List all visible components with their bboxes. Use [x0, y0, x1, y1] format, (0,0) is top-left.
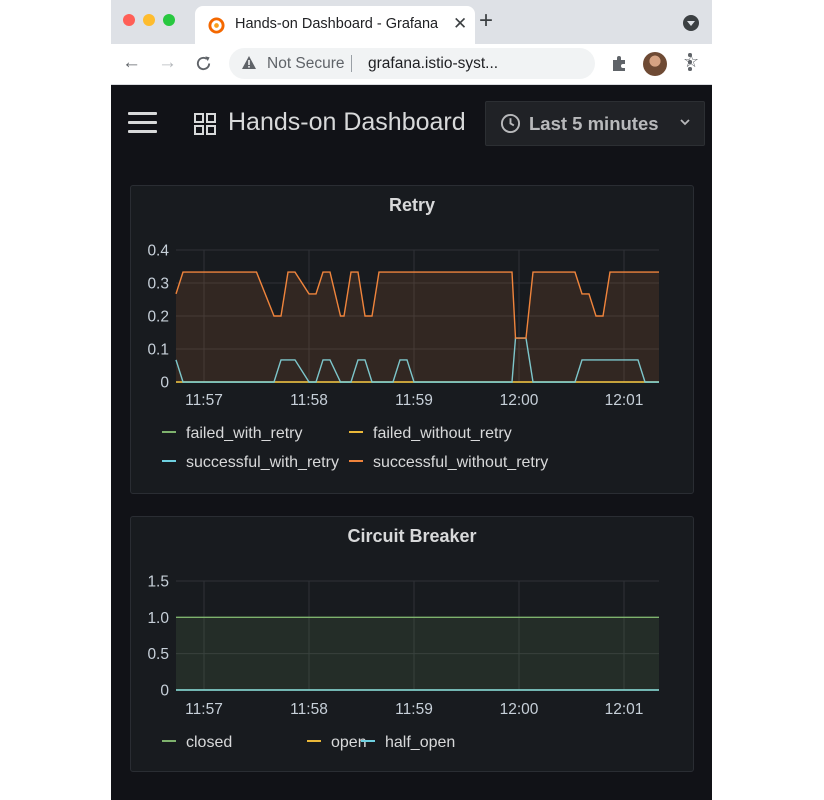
circuit-breaker-chart: 0 0.5 1.0 1.5 11:57 11:58 11:59 12:00 12:01	[147, 574, 659, 718]
retry-panel: Retry 0 0.1 0.2 0.3 0.4 11:57 11:58 11:59 12:00 1…	[130, 185, 694, 494]
reload-icon[interactable]	[195, 55, 212, 72]
legend-item-failed_without_retry[interactable]: failed_without_retry	[349, 425, 512, 443]
legend-item-successful_with_retry[interactable]: successful_with_retry	[162, 454, 339, 472]
forward-button[interactable]: →	[158, 52, 177, 74]
legend-item-failed_with_retry[interactable]: failed_with_retry	[162, 425, 303, 443]
y-tick-label: 0.2	[147, 309, 169, 326]
legend-swatch	[162, 459, 176, 462]
tab-search-chevron-icon[interactable]	[683, 15, 699, 31]
x-tick-label: 11:59	[395, 701, 433, 718]
warning-icon	[242, 56, 256, 69]
series-area-successful_without_retry	[176, 272, 659, 382]
close-tab-icon[interactable]: ✕	[453, 14, 467, 34]
y-tick-label: 0	[160, 683, 169, 700]
y-tick-label: 0.5	[147, 646, 169, 663]
legend-swatch	[361, 739, 375, 742]
browser-tab[interactable]: Hands-on Dashboard - Grafana ✕	[195, 6, 475, 44]
minimize-window-button[interactable]	[143, 14, 155, 26]
clock-icon	[500, 113, 521, 134]
x-tick-label: 11:59	[395, 392, 433, 409]
x-tick-label: 11:58	[290, 701, 328, 718]
legend-item-half_open[interactable]: half_open	[361, 734, 455, 752]
x-tick-label: 11:58	[290, 392, 328, 409]
legend-label: successful_without_retry	[373, 454, 549, 471]
time-range-picker[interactable]: Last 5 minutes	[485, 101, 705, 146]
legend-swatch	[162, 430, 176, 433]
x-tick-label: 11:57	[185, 701, 223, 718]
legend-item-open[interactable]: open	[307, 734, 367, 752]
chevron-down-icon	[680, 119, 690, 126]
dashboard-header: Hands-on Dashboard Last 5 minutes	[111, 85, 712, 165]
security-label[interactable]: Not Secure	[267, 55, 345, 73]
y-tick-label: 1.0	[147, 610, 169, 627]
y-tick-label: 1.5	[147, 574, 169, 591]
extensions-puzzle-icon[interactable]	[611, 54, 629, 72]
back-button[interactable]: ←	[122, 52, 141, 74]
x-tick-label: 11:57	[185, 392, 223, 409]
legend-swatch	[349, 459, 363, 462]
y-tick-label: 0	[160, 375, 169, 392]
retry-chart: 0 0.1 0.2 0.3 0.4 11:57 11:58 11:59 12:00 12:01	[147, 243, 659, 409]
browser-menu-icon[interactable]	[688, 53, 692, 74]
menu-icon[interactable]	[128, 112, 157, 139]
legend-item-successful_without_retry[interactable]: successful_without_retry	[349, 454, 548, 472]
legend-swatch	[162, 739, 176, 742]
series-area-closed	[176, 617, 659, 690]
close-window-button[interactable]	[123, 14, 135, 26]
profile-avatar[interactable]	[643, 52, 667, 76]
legend-swatch	[349, 430, 363, 433]
url-text[interactable]: grafana.istio-syst...	[368, 55, 498, 73]
x-tick-label: 12:00	[500, 701, 539, 718]
x-tick-label: 12:01	[605, 701, 644, 718]
legend-label: half_open	[385, 734, 456, 751]
legend-label: successful_with_retry	[186, 454, 339, 471]
legend-label: failed_with_retry	[186, 425, 303, 442]
legend-label: closed	[186, 734, 233, 751]
legend-item-closed[interactable]: closed	[162, 734, 232, 752]
browser-window: Hands-on Dashboard - Grafana ✕ + ← → Not…	[111, 0, 712, 800]
browser-toolbar: ← → Not Secure grafana.istio-syst... ☆	[111, 44, 712, 85]
legend-swatch	[307, 739, 321, 742]
y-tick-label: 0.3	[147, 276, 169, 293]
y-tick-label: 0.4	[147, 243, 169, 260]
new-tab-button[interactable]: +	[479, 8, 493, 34]
address-bar[interactable]: Not Secure grafana.istio-syst... ☆	[229, 48, 699, 79]
dashboard-grid-icon	[194, 113, 216, 135]
omnibox-divider	[351, 55, 352, 72]
dashboard-title[interactable]: Hands-on Dashboard	[228, 108, 466, 137]
x-tick-label: 12:00	[500, 392, 539, 409]
circuit-breaker-panel: Circuit Breaker 0 0.5 1.0 1.5 11:57 11:58 11:5…	[130, 516, 694, 772]
zoom-window-button[interactable]	[163, 14, 175, 26]
tab-bar: Hands-on Dashboard - Grafana ✕ +	[111, 0, 712, 44]
x-tick-label: 12:01	[605, 392, 644, 409]
tab-title: Hands-on Dashboard - Grafana	[235, 16, 439, 32]
y-tick-label: 0.1	[147, 342, 169, 359]
grafana-favicon-icon	[208, 17, 225, 34]
legend-label: failed_without_retry	[373, 425, 512, 442]
time-range-label: Last 5 minutes	[529, 113, 659, 134]
